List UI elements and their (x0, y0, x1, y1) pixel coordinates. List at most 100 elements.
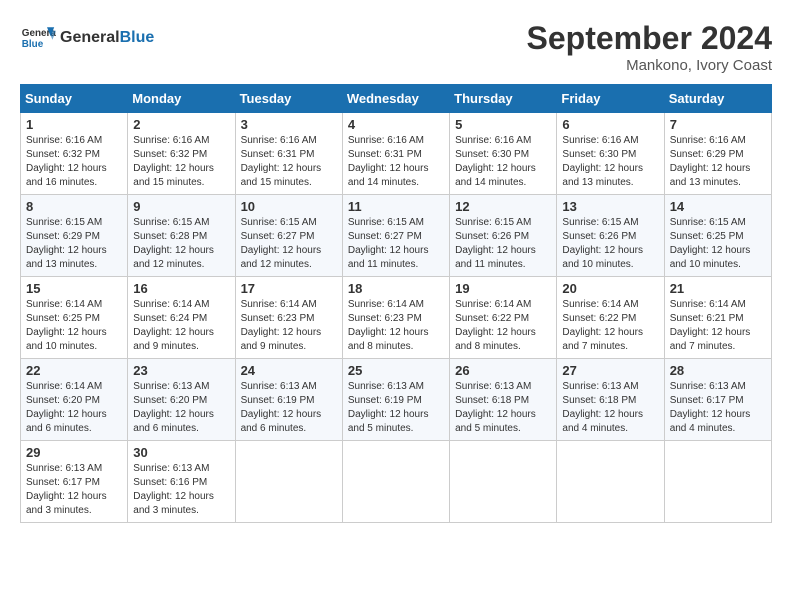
calendar-cell: 10 Sunrise: 6:15 AMSunset: 6:27 PMDaylig… (235, 195, 342, 277)
calendar-cell: 29 Sunrise: 6:13 AMSunset: 6:17 PMDaylig… (21, 441, 128, 523)
day-info: Sunrise: 6:13 AMSunset: 6:19 PMDaylight:… (348, 380, 444, 436)
day-number: 29 (26, 445, 122, 460)
day-number: 13 (562, 199, 658, 214)
logo-icon: General Blue (20, 20, 56, 56)
day-number: 20 (562, 281, 658, 296)
weekday-header-wednesday: Wednesday (342, 85, 449, 113)
day-number: 28 (670, 363, 766, 378)
logo-text: GeneralBlue (60, 29, 154, 47)
day-number: 2 (133, 117, 229, 132)
calendar-cell (557, 441, 664, 523)
day-info: Sunrise: 6:13 AMSunset: 6:18 PMDaylight:… (455, 380, 551, 436)
calendar-cell (342, 441, 449, 523)
calendar-cell (664, 441, 771, 523)
calendar-cell: 25 Sunrise: 6:13 AMSunset: 6:19 PMDaylig… (342, 359, 449, 441)
location-title: Mankono, Ivory Coast (527, 57, 772, 74)
calendar-cell: 23 Sunrise: 6:13 AMSunset: 6:20 PMDaylig… (128, 359, 235, 441)
day-info: Sunrise: 6:16 AMSunset: 6:30 PMDaylight:… (455, 134, 551, 190)
calendar-cell: 22 Sunrise: 6:14 AMSunset: 6:20 PMDaylig… (21, 359, 128, 441)
day-info: Sunrise: 6:15 AMSunset: 6:29 PMDaylight:… (26, 216, 122, 272)
calendar-cell: 30 Sunrise: 6:13 AMSunset: 6:16 PMDaylig… (128, 441, 235, 523)
day-number: 10 (241, 199, 337, 214)
day-info: Sunrise: 6:13 AMSunset: 6:16 PMDaylight:… (133, 462, 229, 518)
calendar-cell: 8 Sunrise: 6:15 AMSunset: 6:29 PMDayligh… (21, 195, 128, 277)
calendar-cell: 3 Sunrise: 6:16 AMSunset: 6:31 PMDayligh… (235, 113, 342, 195)
day-number: 22 (26, 363, 122, 378)
day-info: Sunrise: 6:14 AMSunset: 6:20 PMDaylight:… (26, 380, 122, 436)
day-number: 21 (670, 281, 766, 296)
day-info: Sunrise: 6:15 AMSunset: 6:25 PMDaylight:… (670, 216, 766, 272)
day-number: 24 (241, 363, 337, 378)
day-info: Sunrise: 6:14 AMSunset: 6:22 PMDaylight:… (455, 298, 551, 354)
day-info: Sunrise: 6:15 AMSunset: 6:27 PMDaylight:… (348, 216, 444, 272)
day-info: Sunrise: 6:16 AMSunset: 6:32 PMDaylight:… (26, 134, 122, 190)
day-number: 9 (133, 199, 229, 214)
weekday-header-friday: Friday (557, 85, 664, 113)
calendar-cell: 19 Sunrise: 6:14 AMSunset: 6:22 PMDaylig… (450, 277, 557, 359)
header: General Blue GeneralBlue September 2024 … (20, 20, 772, 74)
day-number: 4 (348, 117, 444, 132)
calendar-cell (235, 441, 342, 523)
calendar-cell: 2 Sunrise: 6:16 AMSunset: 6:32 PMDayligh… (128, 113, 235, 195)
calendar: SundayMondayTuesdayWednesdayThursdayFrid… (20, 84, 772, 523)
day-info: Sunrise: 6:13 AMSunset: 6:18 PMDaylight:… (562, 380, 658, 436)
day-info: Sunrise: 6:13 AMSunset: 6:17 PMDaylight:… (670, 380, 766, 436)
day-number: 12 (455, 199, 551, 214)
calendar-cell: 28 Sunrise: 6:13 AMSunset: 6:17 PMDaylig… (664, 359, 771, 441)
calendar-cell: 14 Sunrise: 6:15 AMSunset: 6:25 PMDaylig… (664, 195, 771, 277)
weekday-header-monday: Monday (128, 85, 235, 113)
day-number: 16 (133, 281, 229, 296)
day-info: Sunrise: 6:13 AMSunset: 6:19 PMDaylight:… (241, 380, 337, 436)
calendar-cell: 6 Sunrise: 6:16 AMSunset: 6:30 PMDayligh… (557, 113, 664, 195)
weekday-header-thursday: Thursday (450, 85, 557, 113)
day-number: 14 (670, 199, 766, 214)
calendar-cell: 16 Sunrise: 6:14 AMSunset: 6:24 PMDaylig… (128, 277, 235, 359)
day-number: 11 (348, 199, 444, 214)
calendar-cell: 11 Sunrise: 6:15 AMSunset: 6:27 PMDaylig… (342, 195, 449, 277)
weekday-header-sunday: Sunday (21, 85, 128, 113)
day-info: Sunrise: 6:16 AMSunset: 6:31 PMDaylight:… (241, 134, 337, 190)
day-number: 8 (26, 199, 122, 214)
calendar-cell: 7 Sunrise: 6:16 AMSunset: 6:29 PMDayligh… (664, 113, 771, 195)
day-number: 23 (133, 363, 229, 378)
day-info: Sunrise: 6:16 AMSunset: 6:32 PMDaylight:… (133, 134, 229, 190)
day-info: Sunrise: 6:15 AMSunset: 6:26 PMDaylight:… (455, 216, 551, 272)
day-info: Sunrise: 6:16 AMSunset: 6:30 PMDaylight:… (562, 134, 658, 190)
calendar-cell: 27 Sunrise: 6:13 AMSunset: 6:18 PMDaylig… (557, 359, 664, 441)
day-number: 17 (241, 281, 337, 296)
day-info: Sunrise: 6:14 AMSunset: 6:22 PMDaylight:… (562, 298, 658, 354)
day-number: 26 (455, 363, 551, 378)
calendar-cell (450, 441, 557, 523)
day-number: 1 (26, 117, 122, 132)
calendar-cell: 24 Sunrise: 6:13 AMSunset: 6:19 PMDaylig… (235, 359, 342, 441)
day-info: Sunrise: 6:16 AMSunset: 6:29 PMDaylight:… (670, 134, 766, 190)
day-number: 5 (455, 117, 551, 132)
calendar-cell: 13 Sunrise: 6:15 AMSunset: 6:26 PMDaylig… (557, 195, 664, 277)
calendar-cell: 18 Sunrise: 6:14 AMSunset: 6:23 PMDaylig… (342, 277, 449, 359)
day-number: 7 (670, 117, 766, 132)
day-info: Sunrise: 6:15 AMSunset: 6:27 PMDaylight:… (241, 216, 337, 272)
calendar-cell: 4 Sunrise: 6:16 AMSunset: 6:31 PMDayligh… (342, 113, 449, 195)
day-info: Sunrise: 6:15 AMSunset: 6:28 PMDaylight:… (133, 216, 229, 272)
day-info: Sunrise: 6:15 AMSunset: 6:26 PMDaylight:… (562, 216, 658, 272)
calendar-cell: 12 Sunrise: 6:15 AMSunset: 6:26 PMDaylig… (450, 195, 557, 277)
calendar-cell: 5 Sunrise: 6:16 AMSunset: 6:30 PMDayligh… (450, 113, 557, 195)
logo: General Blue GeneralBlue (20, 20, 154, 56)
day-number: 3 (241, 117, 337, 132)
day-number: 15 (26, 281, 122, 296)
calendar-cell: 26 Sunrise: 6:13 AMSunset: 6:18 PMDaylig… (450, 359, 557, 441)
day-number: 30 (133, 445, 229, 460)
weekday-header-saturday: Saturday (664, 85, 771, 113)
title-area: September 2024 Mankono, Ivory Coast (527, 20, 772, 74)
calendar-cell: 15 Sunrise: 6:14 AMSunset: 6:25 PMDaylig… (21, 277, 128, 359)
day-info: Sunrise: 6:14 AMSunset: 6:23 PMDaylight:… (241, 298, 337, 354)
calendar-cell: 20 Sunrise: 6:14 AMSunset: 6:22 PMDaylig… (557, 277, 664, 359)
day-number: 25 (348, 363, 444, 378)
day-info: Sunrise: 6:14 AMSunset: 6:21 PMDaylight:… (670, 298, 766, 354)
day-number: 27 (562, 363, 658, 378)
day-info: Sunrise: 6:13 AMSunset: 6:17 PMDaylight:… (26, 462, 122, 518)
day-number: 19 (455, 281, 551, 296)
day-info: Sunrise: 6:13 AMSunset: 6:20 PMDaylight:… (133, 380, 229, 436)
day-info: Sunrise: 6:14 AMSunset: 6:24 PMDaylight:… (133, 298, 229, 354)
calendar-cell: 17 Sunrise: 6:14 AMSunset: 6:23 PMDaylig… (235, 277, 342, 359)
